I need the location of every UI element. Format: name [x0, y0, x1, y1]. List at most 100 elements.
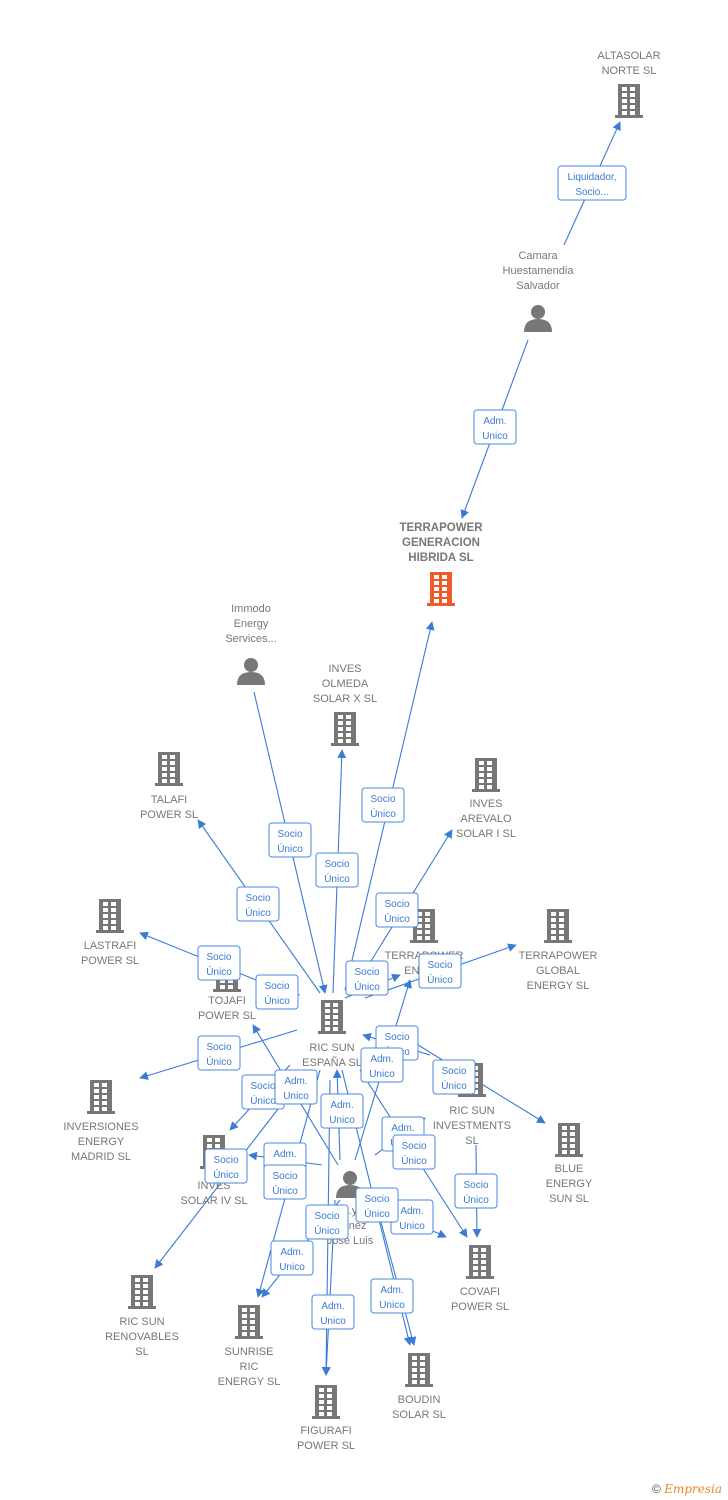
edge-label: Único: [245, 906, 271, 919]
node-talafi[interactable]: TALAFI POWER SL: [140, 752, 198, 821]
node-ric-sun-espana[interactable]: RIC SUN ESPAÑA SL: [302, 1000, 362, 1069]
edge-label: Adm.: [370, 1054, 393, 1065]
edge-label-box[interactable]: Socio Único: [454, 1173, 498, 1209]
node-ric-sun-renovables[interactable]: RIC SUN RENOVABLES SL: [105, 1275, 179, 1358]
node-label: RIC SUN: [449, 1105, 494, 1117]
node-label: TERRAPOWER: [399, 522, 483, 534]
building-icon: [331, 712, 359, 746]
building-icon: [427, 572, 455, 606]
edge-label: Adm.: [380, 1285, 403, 1296]
edge-label: Unico: [320, 1316, 346, 1327]
node-label: POWER SL: [140, 809, 198, 821]
edge-label: Unico: [482, 431, 508, 442]
node-terrapower-gen[interactable]: TERRAPOWER GENERACION HIBRIDA SL: [399, 522, 483, 606]
edge-label: Socio: [314, 1211, 339, 1222]
edge-label-box[interactable]: Adm. Unico: [370, 1278, 414, 1314]
edge-label: Adm.: [483, 416, 506, 427]
building-icon: [615, 84, 643, 118]
copyright: © Empresia: [652, 1482, 722, 1496]
edge-label: Adm.: [280, 1247, 303, 1258]
node-immodo[interactable]: Immodo Energy Services...: [225, 603, 277, 685]
edge-label: Socio: [245, 893, 270, 904]
edge-label-box[interactable]: Socio Único: [361, 787, 405, 823]
edge-label-box[interactable]: Socio Único: [263, 1164, 307, 1200]
brand-logo[interactable]: Empresia: [664, 1482, 722, 1496]
edge-label-box[interactable]: Socio Único: [255, 974, 299, 1010]
node-label: MADRID SL: [71, 1151, 131, 1163]
node-sunrise[interactable]: SUNRISE RIC ENERGY SL: [218, 1305, 281, 1388]
node-altasolar[interactable]: ALTASOLAR NORTE SL: [597, 50, 661, 118]
edge-label-box[interactable]: Liquidador, Socio...: [557, 165, 627, 201]
edge-label: Socio: [206, 952, 231, 963]
node-label: COVAFI: [460, 1286, 500, 1298]
edge-label-box[interactable]: Socio Único: [197, 1035, 241, 1071]
node-label: RIC: [240, 1361, 259, 1373]
node-label: LASTRAFI: [84, 940, 137, 952]
node-label: SUNRISE: [225, 1346, 274, 1358]
edge-label: Único: [213, 1168, 239, 1181]
node-label: Services...: [225, 633, 276, 645]
node-label: TOJAFI: [208, 995, 246, 1007]
node-label: POWER SL: [451, 1301, 509, 1313]
edge-label: Único: [206, 1055, 232, 1068]
edge-label-box[interactable]: Socio Único: [345, 960, 389, 996]
edge-label: Único: [314, 1224, 340, 1237]
edge-label-box[interactable]: Adm. Unico: [270, 1240, 314, 1276]
node-label: SL: [135, 1346, 148, 1358]
copyright-symbol: ©: [652, 1482, 661, 1496]
edge-label-box[interactable]: Socio Único: [268, 822, 312, 858]
edge-label-box[interactable]: Socio Único: [392, 1134, 436, 1170]
edge-label: Único: [427, 973, 453, 986]
edge-label-box[interactable]: Socio Único: [197, 945, 241, 981]
node-label: INVES: [328, 663, 361, 675]
building-icon: [155, 752, 183, 786]
edge-label-box[interactable]: Adm. Unico: [320, 1093, 364, 1129]
edge-label: Socio: [384, 1032, 409, 1043]
node-terrapower-global[interactable]: TERRAPOWER GLOBAL ENERGY SL: [519, 909, 598, 992]
node-camara[interactable]: Camara Huestamendia Salvador: [503, 250, 575, 332]
edge-label-box[interactable]: Adm. Unico: [360, 1047, 404, 1083]
edge-label: Adm.: [391, 1123, 414, 1134]
network-diagram: ALTASOLAR NORTE SL Camara Huestamendia Salva…: [63, 50, 661, 1452]
node-inves-olmeda[interactable]: INVES OLMEDA SOLAR X SL: [313, 663, 377, 746]
edge-label: Socio: [213, 1155, 238, 1166]
node-label: BLUE: [555, 1163, 584, 1175]
building-icon: [405, 1353, 433, 1387]
edge-label: Socio: [272, 1171, 297, 1182]
node-label: BOUDIN: [398, 1394, 441, 1406]
person-icon: [237, 658, 265, 685]
edge-label-box[interactable]: Socio Único: [204, 1148, 248, 1184]
edge-label: Unico: [369, 1069, 395, 1080]
edge-label-box[interactable]: Adm. Unico: [473, 409, 517, 445]
node-label: POWER SL: [198, 1010, 256, 1022]
edge-label-box[interactable]: Socio Único: [305, 1204, 349, 1240]
edge-label-box[interactable]: Socio Único: [375, 892, 419, 928]
node-figurafi[interactable]: FIGURAFI POWER SL: [297, 1385, 355, 1452]
edge-label: Socio: [206, 1042, 231, 1053]
edge-label-box[interactable]: Socio Único: [236, 886, 280, 922]
node-inversiones-madrid[interactable]: INVERSIONES ENERGY MADRID SL: [63, 1080, 139, 1163]
node-label: ENERGY SL: [527, 980, 590, 992]
edge-label: Único: [354, 980, 380, 993]
building-icon: [544, 909, 572, 943]
node-boudin[interactable]: BOUDIN SOLAR SL: [392, 1353, 446, 1421]
edge-label: Socio: [463, 1180, 488, 1191]
node-covafi[interactable]: COVAFI POWER SL: [451, 1245, 509, 1313]
edge-label-box[interactable]: Socio Único: [315, 852, 359, 888]
edge-label: Único: [441, 1079, 467, 1092]
edge-label-box[interactable]: Socio Único: [355, 1187, 399, 1223]
node-label: Salvador: [516, 280, 560, 292]
node-blue-energy[interactable]: BLUE ENERGY SUN SL: [546, 1123, 593, 1205]
edge-label-box[interactable]: Socio Único: [418, 953, 462, 989]
node-label: INVESTMENTS: [433, 1120, 511, 1132]
node-label: SOLAR IV SL: [180, 1195, 247, 1207]
edge-label: Adm.: [321, 1301, 344, 1312]
edge-label: Socio...: [575, 187, 608, 198]
edge-label-box[interactable]: Socio Único: [432, 1059, 476, 1095]
node-label: SOLAR I SL: [456, 828, 516, 840]
edge-label: Único: [206, 965, 232, 978]
edge-label-box[interactable]: Adm. Unico: [311, 1294, 355, 1330]
edge-label-box[interactable]: Adm. Unico: [274, 1069, 318, 1105]
node-lastrafi[interactable]: LASTRAFI POWER SL: [81, 899, 139, 967]
node-inves-arevalo[interactable]: INVES AREVALO SOLAR I SL: [456, 758, 516, 840]
